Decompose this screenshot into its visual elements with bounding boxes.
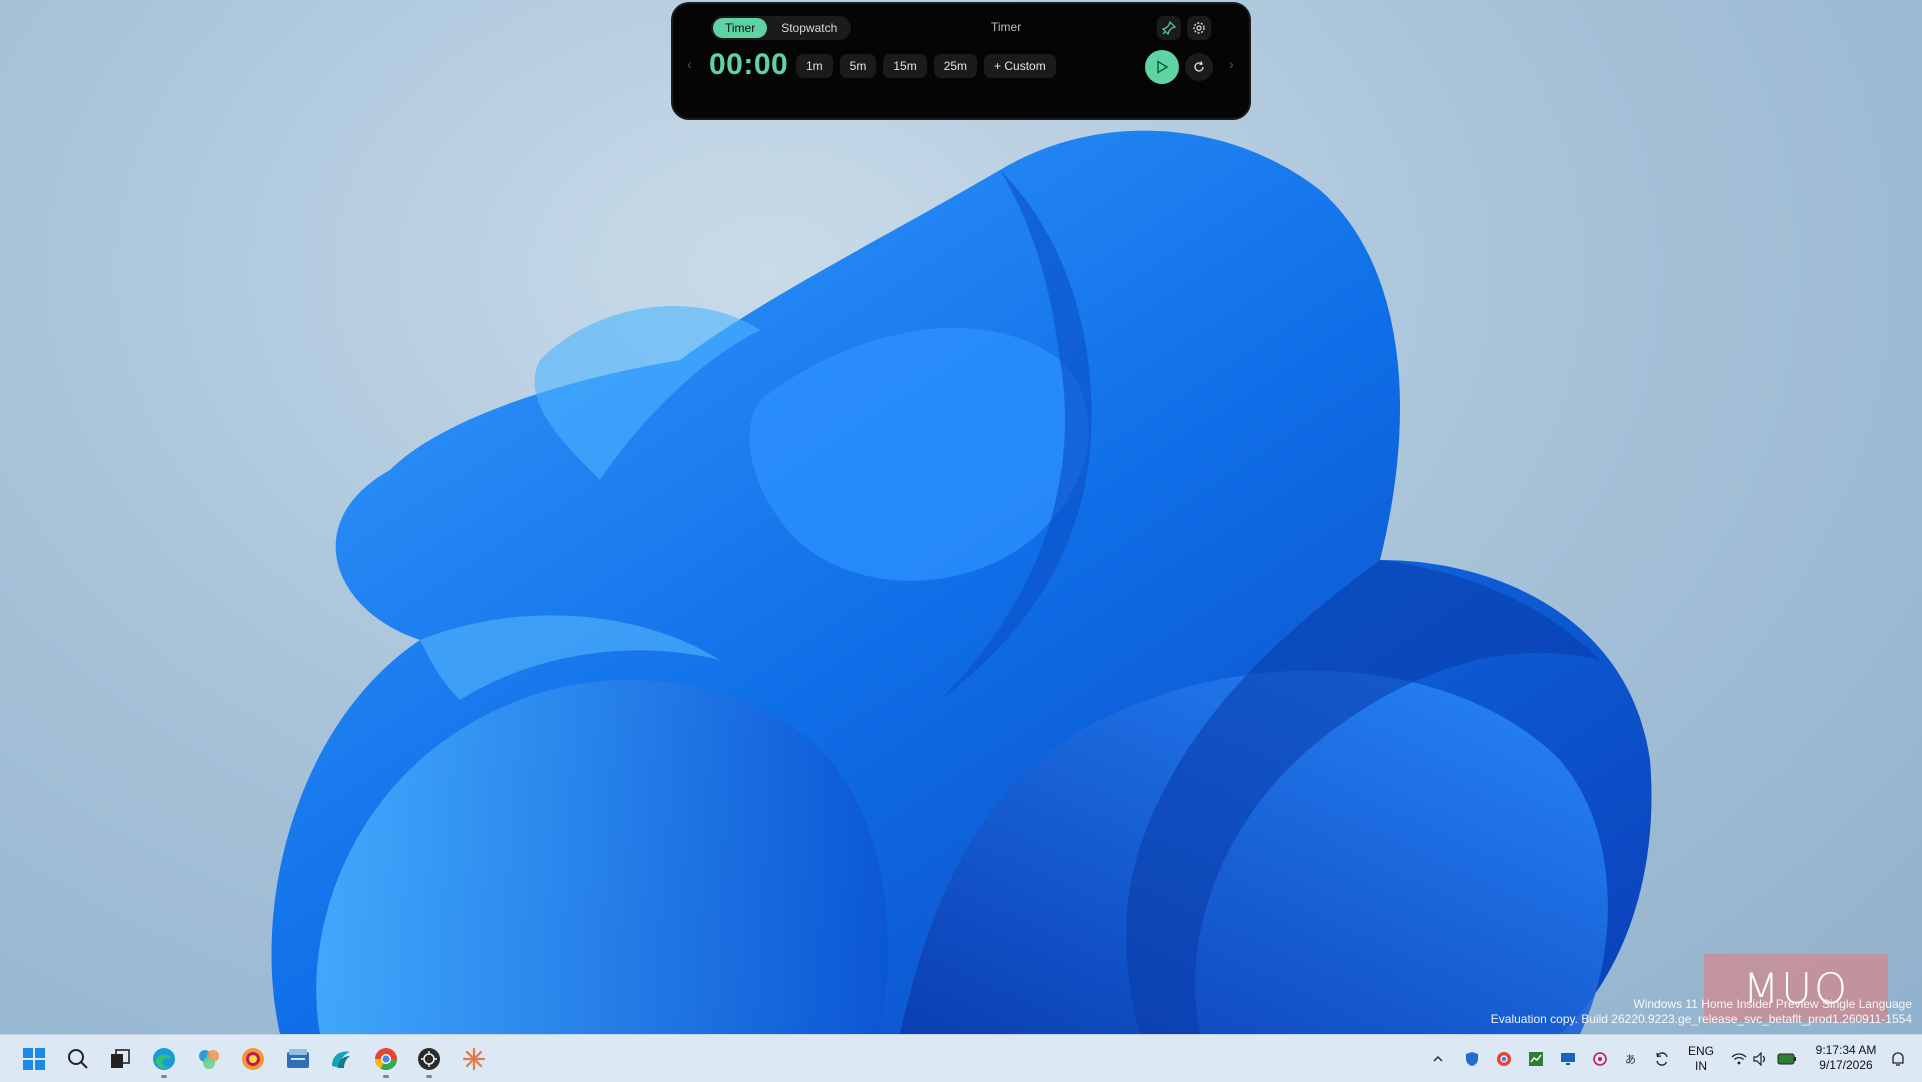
play-button[interactable] [1145, 50, 1179, 84]
svg-text:あ: あ [1625, 1053, 1636, 1066]
file-explorer-icon[interactable] [282, 1043, 314, 1075]
chevron-right-icon[interactable]: › [1229, 56, 1234, 72]
claude-icon[interactable] [458, 1043, 490, 1075]
preset-list: 1m 5m 15m 25m + Custom [796, 54, 1056, 78]
notification-bell-icon[interactable] [1886, 1043, 1910, 1075]
custom-label: Custom [1004, 59, 1046, 73]
clock[interactable]: 9:17:34 AM 9/17/2026 [1808, 1043, 1884, 1073]
app-icon[interactable] [413, 1043, 445, 1075]
battery-icon[interactable] [1774, 1043, 1800, 1075]
desktop-wallpaper [271, 130, 1652, 1034]
pin-icon[interactable] [1157, 16, 1181, 40]
language-indicator[interactable]: ENG IN [1686, 1044, 1716, 1074]
input-indicator-icon[interactable]: あ [1620, 1043, 1644, 1075]
play-icon [1157, 60, 1169, 74]
reset-button[interactable] [1185, 53, 1213, 81]
search-icon[interactable] [62, 1043, 94, 1075]
copilot-icon[interactable] [325, 1043, 357, 1075]
chrome-icon[interactable] [370, 1043, 402, 1075]
plus-icon: + [994, 59, 1005, 73]
task-view-icon[interactable] [104, 1043, 136, 1075]
tab-stopwatch[interactable]: Stopwatch [769, 18, 849, 38]
running-indicator [426, 1075, 432, 1078]
watermark-line-1: Windows 11 Home Insider Preview Single L… [1633, 997, 1912, 1011]
timer-display: 00:00 [709, 48, 789, 81]
mode-switcher: Timer Stopwatch [711, 16, 852, 40]
timer-widget: Timer Stopwatch Timer ‹ 00:00 1m 5m 15m … [671, 2, 1251, 120]
settings-icon[interactable] [1187, 16, 1211, 40]
running-indicator [383, 1075, 389, 1078]
language-region: IN [1695, 1059, 1707, 1073]
custom-button[interactable]: + Custom [984, 54, 1056, 78]
sync-icon[interactable] [1650, 1043, 1674, 1075]
preset-5m-button[interactable]: 5m [839, 54, 877, 78]
preset-1m-button[interactable]: 1m [796, 54, 833, 78]
watermark-line-2: Evaluation copy. Build 26220.9223.ge_rel… [1490, 1012, 1912, 1026]
security-shield-icon[interactable] [1460, 1043, 1484, 1075]
preset-25m-button[interactable]: 25m [933, 54, 978, 78]
taskbar: あ ENG IN 9:17:34 AM 9/17/2026 [0, 1034, 1922, 1082]
volume-icon[interactable] [1750, 1043, 1772, 1075]
performance-icon[interactable] [1524, 1043, 1548, 1075]
build-watermark: Windows 11 Home Insider Preview Single L… [1491, 997, 1912, 1027]
reset-icon [1194, 61, 1204, 72]
clock-date: 9/17/2026 [1819, 1058, 1873, 1072]
wifi-icon[interactable] [1728, 1043, 1750, 1075]
language-code: ENG [1687, 1044, 1714, 1058]
widget-title: Timer [991, 20, 1022, 34]
display-icon[interactable] [1556, 1043, 1580, 1075]
preset-15m-button[interactable]: 15m [883, 54, 927, 78]
chrome-tray-icon[interactable] [1492, 1043, 1516, 1075]
chevron-left-icon[interactable]: ‹ [687, 56, 692, 72]
tab-timer[interactable]: Timer [713, 18, 768, 38]
running-indicator [161, 1075, 167, 1078]
edge-canary-icon[interactable] [237, 1043, 269, 1075]
network-app-icon[interactable] [1588, 1043, 1612, 1075]
start-icon[interactable] [18, 1043, 50, 1075]
chevron-up-icon[interactable] [1426, 1043, 1450, 1075]
clock-time: 9:17:34 AM [1815, 1043, 1877, 1057]
edge-icon[interactable] [148, 1043, 180, 1075]
photos-icon[interactable] [193, 1043, 225, 1075]
